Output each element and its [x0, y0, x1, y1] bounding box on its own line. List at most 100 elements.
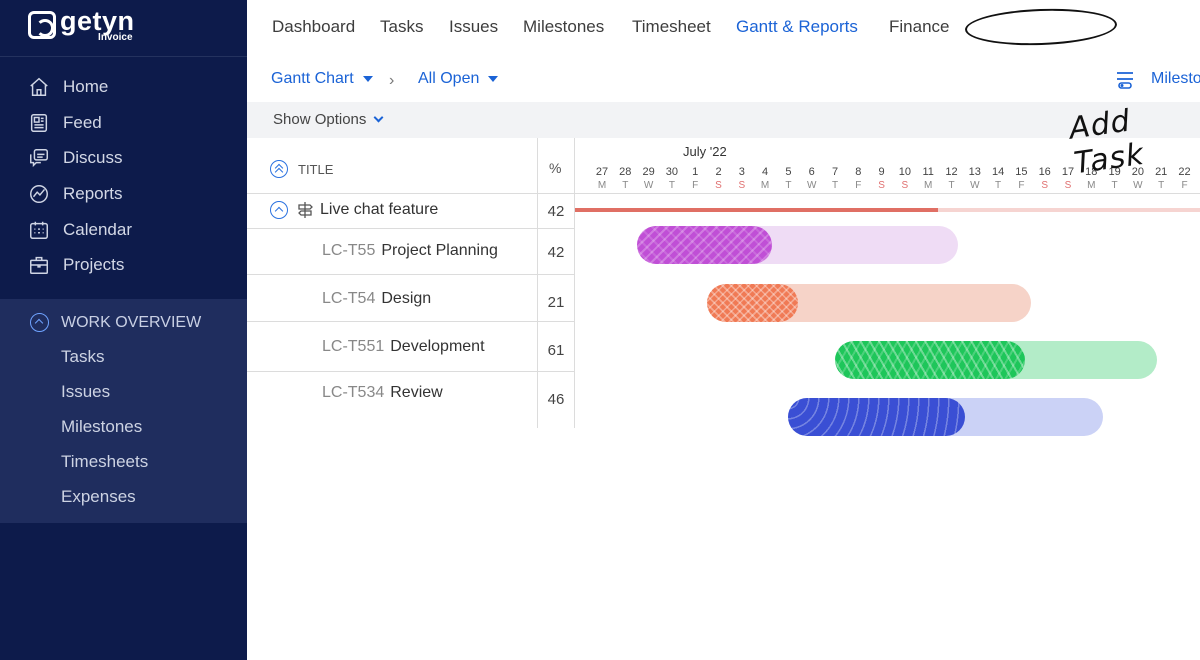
- task-pct: 46: [547, 391, 565, 408]
- home-icon: [30, 77, 48, 96]
- view-dropdown[interactable]: Gantt Chart: [271, 70, 373, 88]
- timeline-weekday: S: [738, 180, 746, 191]
- work-overview-title: WORK OVERVIEW: [61, 313, 202, 331]
- sidebar-item-label: Feed: [63, 113, 102, 132]
- timeline-weekday: F: [1181, 180, 1188, 191]
- title-column-header[interactable]: TITLE: [270, 160, 333, 178]
- timeline-weekday: T: [831, 180, 839, 191]
- timeline-weekday: M: [760, 180, 770, 191]
- timeline-weekday: S: [878, 180, 885, 191]
- timeline-day: 27: [595, 166, 609, 178]
- filter-label: All Open: [418, 70, 480, 87]
- row-divider: [247, 228, 574, 229]
- work-item-timesheets[interactable]: Timesheets: [61, 452, 148, 472]
- timeline-day: 15: [1015, 166, 1028, 178]
- sidebar-item-feed[interactable]: Feed: [28, 112, 102, 134]
- caret-down-icon: [362, 76, 373, 82]
- work-overview-section: WORK OVERVIEW Tasks Issues Milestones Ti…: [0, 299, 247, 523]
- timeline-day: 28: [619, 166, 632, 178]
- timeline-weekday: W: [970, 180, 980, 191]
- timeline-day: 3: [738, 166, 745, 178]
- task-code: LC-T54: [322, 290, 376, 307]
- sidebar: getyn Invoice Home Feed Discuss Reports …: [0, 0, 247, 660]
- task-row[interactable]: LC-T534 Review: [322, 384, 443, 402]
- task-title: Project Planning: [381, 242, 498, 259]
- tab-gantt-reports[interactable]: Gantt & Reports: [736, 17, 858, 37]
- tab-milestones[interactable]: Milestones: [523, 17, 604, 37]
- work-item-milestones[interactable]: Milestones: [61, 417, 142, 437]
- timeline-weekday: S: [715, 180, 722, 191]
- timeline-weekday: T: [668, 180, 675, 191]
- sidebar-item-home[interactable]: Home: [28, 76, 108, 98]
- signpost-icon: [298, 202, 313, 218]
- tab-issues[interactable]: Issues: [449, 17, 498, 37]
- timeline-day: 5: [785, 166, 792, 178]
- row-divider: [247, 321, 574, 322]
- work-item-issues[interactable]: Issues: [61, 382, 110, 402]
- sidebar-item-calendar[interactable]: Calendar: [28, 219, 132, 241]
- timeline-day: 6: [808, 166, 815, 178]
- task-row[interactable]: LC-T55 Project Planning: [322, 242, 498, 260]
- task-title: Design: [381, 290, 432, 307]
- sidebar-item-label: Calendar: [63, 220, 132, 239]
- timeline-weekday: F: [692, 180, 699, 191]
- sidebar-item-discuss[interactable]: Discuss: [28, 147, 123, 169]
- feed-icon: [30, 114, 48, 132]
- timeline-day: 8: [855, 166, 862, 178]
- brand-logo[interactable]: getyn Invoice: [28, 8, 135, 43]
- timeline-weekday: W: [1133, 180, 1143, 191]
- column-divider: [574, 138, 575, 428]
- sidebar-item-label: Discuss: [63, 148, 123, 167]
- timeline-weekday: T: [1158, 180, 1165, 191]
- timeline-weekday: W: [806, 180, 817, 191]
- task-row[interactable]: LC-T54 Design: [322, 290, 431, 308]
- sidebar-item-projects[interactable]: Projects: [28, 254, 124, 276]
- filter-dropdown[interactable]: All Open: [418, 70, 499, 88]
- work-item-expenses[interactable]: Expenses: [61, 487, 136, 507]
- collapse-icon: [270, 201, 288, 219]
- gantt-bar-progress[interactable]: [835, 341, 1025, 379]
- task-pct: 61: [547, 342, 565, 359]
- milestones-toggle[interactable]: Milesto: [1115, 69, 1200, 89]
- task-row[interactable]: LC-T551 Development: [322, 338, 485, 356]
- title-header-label: TITLE: [298, 161, 334, 177]
- timeline-weekday: T: [785, 180, 792, 191]
- sidebar-item-label: Reports: [63, 184, 123, 203]
- sidebar-divider: [0, 56, 247, 57]
- calendar-icon: [30, 221, 48, 239]
- tab-timesheet[interactable]: Timesheet: [632, 17, 711, 37]
- gantt-bar-progress[interactable]: [636, 226, 772, 264]
- work-overview-toggle[interactable]: WORK OVERVIEW: [30, 313, 201, 332]
- work-item-tasks[interactable]: Tasks: [61, 347, 104, 367]
- options-bar: Show Options: [247, 102, 1200, 138]
- parent-task-row[interactable]: Live chat feature: [270, 201, 438, 219]
- collapse-all-icon: [270, 160, 288, 178]
- sidebar-item-label: Projects: [63, 255, 125, 274]
- row-divider: [247, 274, 574, 275]
- tab-finance[interactable]: Finance: [889, 17, 949, 37]
- discuss-icon: [30, 149, 48, 168]
- timeline-day: 14: [991, 166, 1005, 178]
- tab-dashboard[interactable]: Dashboard: [272, 17, 355, 37]
- timeline-day: 13: [968, 166, 981, 178]
- timeline-weekday: T: [995, 180, 1002, 191]
- timeline-weekday: F: [855, 180, 862, 191]
- gantt-bar-progress[interactable]: [788, 398, 965, 436]
- chevron-up-icon: [30, 313, 49, 332]
- row-divider: [247, 371, 574, 372]
- sidebar-item-reports[interactable]: Reports: [28, 183, 123, 205]
- timeline-day: 1: [692, 166, 699, 178]
- show-options-button[interactable]: Show Options: [273, 111, 384, 128]
- gantt-bar-progress[interactable]: [706, 284, 798, 322]
- gantt-grid: TITLE % Live chat feature 42 LC-T55 Proj…: [247, 138, 1200, 436]
- tab-tasks[interactable]: Tasks: [380, 17, 423, 37]
- timeline-weekday: M: [924, 180, 933, 191]
- task-title: Development: [390, 338, 485, 355]
- milestones-label: Milesto: [1151, 70, 1200, 87]
- task-code: LC-T534: [322, 384, 385, 401]
- getyn-logo-icon: [28, 11, 56, 39]
- timeline-day: 22: [1178, 166, 1191, 178]
- settings-sliders-icon: [1117, 72, 1133, 89]
- brand-name: getyn: [60, 6, 135, 36]
- task-pct: 21: [547, 294, 565, 311]
